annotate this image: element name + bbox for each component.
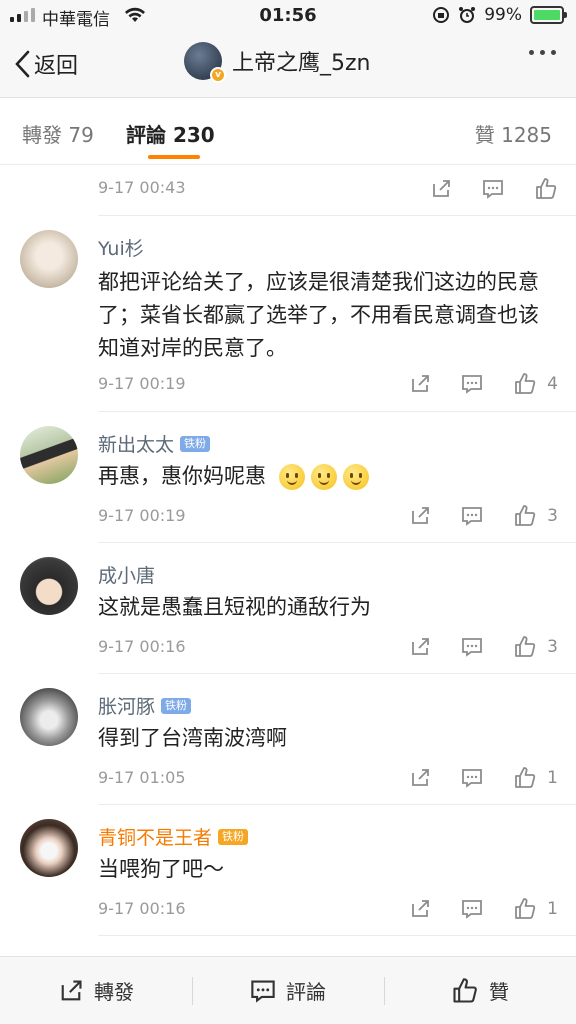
- comment-time: 9-17 00:16: [98, 899, 186, 918]
- comment-author[interactable]: 青铜不是王者 铁粉: [98, 823, 249, 850]
- comment-time: 9-17 01:05: [98, 768, 186, 787]
- alarm-icon: [459, 7, 476, 23]
- share-icon[interactable]: [430, 178, 452, 200]
- comment-item: 胀河豚 铁粉 得到了台湾南波湾啊 9-17 01:05 1: [20, 674, 576, 805]
- verified-badge-icon: v: [210, 67, 226, 83]
- smile-emoji-icon: [310, 464, 337, 490]
- comment-text: 当喂狗了吧～: [98, 857, 224, 881]
- avatar[interactable]: v: [184, 42, 226, 83]
- page-title: 上帝之鹰_5zn: [232, 51, 371, 76]
- avatar[interactable]: [20, 688, 78, 746]
- avatar[interactable]: [20, 426, 78, 484]
- battery-icon: [530, 6, 567, 24]
- comment-list: 9-17 00:43 Yui杉 都把评论给关了，应该是很清楚我们这边的民意了；菜…: [0, 166, 576, 936]
- like-button[interactable]: 3: [513, 635, 558, 659]
- like-button[interactable]: 1: [513, 766, 558, 790]
- share-icon[interactable]: [409, 373, 431, 395]
- active-tab-indicator: [148, 155, 200, 159]
- share-icon[interactable]: [409, 505, 431, 527]
- avatar[interactable]: [20, 819, 78, 877]
- comment-text: 都把评论给关了，应该是很清楚我们这边的民意了；菜省长都赢了选举了，不用看民意调查…: [98, 270, 539, 360]
- comment-item: 青铜不是王者 铁粉 当喂狗了吧～ 9-17 00:16 1: [20, 805, 576, 936]
- like-count: 3: [547, 637, 558, 657]
- reply-icon[interactable]: [482, 178, 504, 200]
- back-button[interactable]: 返回: [14, 48, 78, 80]
- reply-icon[interactable]: [461, 636, 483, 658]
- like-label: 贊: [489, 980, 509, 1004]
- like-count: 4: [547, 374, 558, 394]
- chevron-left-icon: [15, 50, 30, 78]
- comment-text: 得到了台湾南波湾啊: [98, 726, 287, 750]
- reply-icon[interactable]: [461, 505, 483, 527]
- orientation-lock-icon: [433, 7, 450, 23]
- share-icon[interactable]: [409, 898, 431, 920]
- like-count: 3: [547, 506, 558, 526]
- like-button[interactable]: 贊: [384, 957, 576, 1024]
- comment-time: 9-17 00:43: [98, 178, 186, 197]
- share-icon: [61, 979, 82, 1000]
- like-icon: [453, 977, 477, 1003]
- fan-badge: 铁粉: [218, 828, 249, 845]
- comment-item: 成小唐 这就是愚蠢且短视的通敌行为 9-17 00:16 3: [20, 543, 576, 674]
- status-bar: 中華電信 01:56 99%: [0, 0, 576, 32]
- comment-text: 这就是愚蠢且短视的通敌行为: [98, 595, 371, 619]
- comment-time: 9-17 00:16: [98, 637, 186, 656]
- comment-icon: [251, 979, 275, 1003]
- comment-time: 9-17 00:19: [98, 374, 186, 393]
- tab-bar: 轉發 79 評論 230 贊 1285: [0, 99, 576, 165]
- back-label: 返回: [34, 54, 79, 79]
- comment-item: 9-17 00:43: [98, 166, 576, 216]
- like-icon: [515, 505, 536, 526]
- share-icon[interactable]: [409, 767, 431, 789]
- avatar[interactable]: [20, 230, 78, 288]
- fan-badge: 铁粉: [180, 435, 211, 452]
- tab-reposts[interactable]: 轉發 79: [22, 119, 94, 148]
- comment-time: 9-17 00:19: [98, 506, 186, 525]
- post-author[interactable]: v 上帝之鹰_5zn: [184, 42, 371, 83]
- avatar[interactable]: [20, 557, 78, 615]
- like-icon: [515, 636, 536, 657]
- comment-author[interactable]: 胀河豚 铁粉: [98, 692, 192, 719]
- comment-text: 再惠，惠你妈呢惠: [98, 460, 552, 493]
- reply-icon[interactable]: [461, 373, 483, 395]
- like-button[interactable]: 3: [513, 504, 558, 528]
- comment-author[interactable]: Yui杉: [98, 234, 144, 261]
- like-icon: [515, 898, 536, 919]
- fan-badge: 铁粉: [161, 697, 192, 714]
- comment-author[interactable]: 成小唐: [98, 561, 155, 588]
- tab-comments[interactable]: 評論 230: [126, 119, 215, 148]
- more-icon[interactable]: [529, 50, 556, 55]
- comment-button[interactable]: 評論: [192, 957, 384, 1024]
- like-button[interactable]: 4: [513, 372, 558, 396]
- comment-item: 新出太太 铁粉 再惠，惠你妈呢惠 9-17 00:19 3: [20, 412, 576, 543]
- repost-label: 轉發: [94, 980, 134, 1004]
- like-button[interactable]: 1: [513, 897, 558, 921]
- smile-emoji-icon: [278, 464, 305, 490]
- reply-icon[interactable]: [461, 898, 483, 920]
- share-icon[interactable]: [409, 636, 431, 658]
- repost-button[interactable]: 轉發: [0, 957, 192, 1024]
- like-icon: [515, 373, 536, 394]
- like-icon[interactable]: [534, 177, 558, 201]
- like-count: 1: [547, 768, 558, 788]
- reply-icon[interactable]: [461, 767, 483, 789]
- comment-author[interactable]: 新出太太 铁粉: [98, 430, 211, 457]
- battery-percent: 99%: [484, 5, 522, 25]
- tab-likes[interactable]: 贊 1285: [475, 119, 552, 148]
- smile-emoji-icon: [342, 464, 369, 490]
- bottom-toolbar: 轉發 評論 贊: [0, 956, 576, 1024]
- comment-label: 評論: [286, 980, 326, 1004]
- nav-bar: 返回 v 上帝之鹰_5zn: [0, 32, 576, 98]
- comment-item: Yui杉 都把评论给关了，应该是很清楚我们这边的民意了；菜省长都赢了选举了，不用…: [20, 216, 576, 412]
- like-icon: [515, 767, 536, 788]
- like-count: 1: [547, 899, 558, 919]
